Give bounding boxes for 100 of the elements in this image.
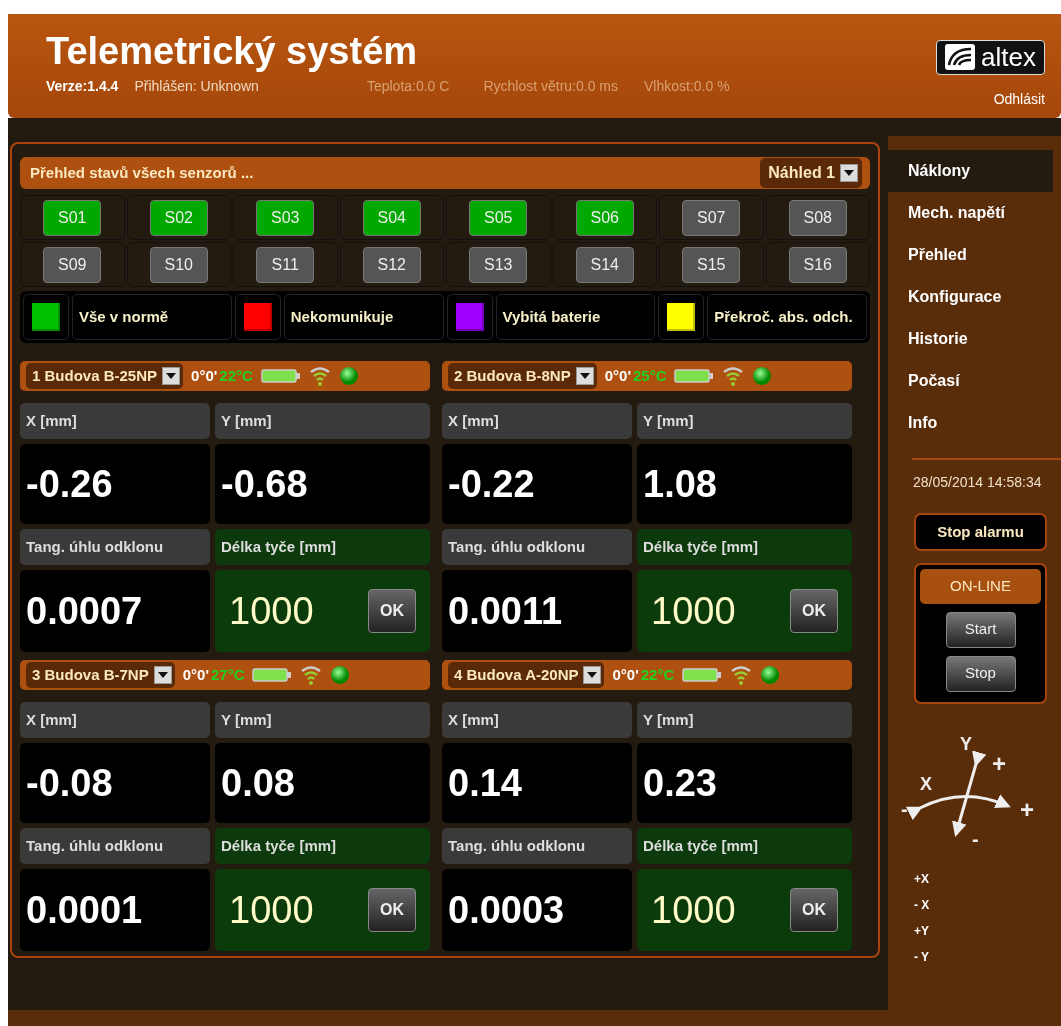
nav-item[interactable]: Info <box>888 402 1053 444</box>
nav-item[interactable]: Mech. napětí <box>888 192 1053 234</box>
caret-icon <box>844 170 854 176</box>
mode-label: ON-LINE <box>920 569 1041 604</box>
temperature-reading: 27°C <box>210 664 245 685</box>
wifi-icon <box>300 665 323 685</box>
angle-reading: 0°0' <box>191 365 218 386</box>
axis-item: - X <box>914 896 931 914</box>
wind-reading: Rychlost větru:0.0 ms <box>483 77 618 96</box>
value-display: -0.68 <box>215 444 430 524</box>
ok-button[interactable]: OK <box>368 589 416 633</box>
field-label: Y [mm] <box>215 403 430 439</box>
battery-icon <box>252 667 293 683</box>
logo-text: altex <box>981 43 1036 72</box>
nav-item[interactable]: Náklony <box>888 150 1053 192</box>
sensor-button[interactable]: S13 <box>469 246 528 283</box>
status-led-icon <box>752 366 773 386</box>
legend-label: Nekomunikuje <box>283 294 444 340</box>
field-label: Tang. úhlu odklonu <box>20 828 210 864</box>
value-display: 1.08 <box>637 444 852 524</box>
version-label: Verze:1.4.4 <box>46 77 119 96</box>
value-display: 0.0003 <box>442 869 632 951</box>
field-label: Tang. úhlu odklonu <box>442 828 632 864</box>
field-label: Délka tyče [mm] <box>215 828 430 864</box>
field-label: Y [mm] <box>215 702 430 738</box>
temperature-reading: 22°C <box>640 664 675 685</box>
caret-icon <box>166 373 177 379</box>
temperature-reading: 22°C <box>219 365 253 386</box>
ok-button[interactable]: OK <box>368 888 416 932</box>
field-label: Délka tyče [mm] <box>215 529 430 565</box>
logo-icon <box>945 44 976 71</box>
length-value: 1000 <box>651 588 736 634</box>
sensor-select[interactable]: 4 Budova A-20NP <box>448 661 605 689</box>
sensor-button[interactable]: S14 <box>575 246 634 283</box>
sensor-button[interactable]: S10 <box>149 246 208 283</box>
angle-reading: 0°0' <box>182 664 209 685</box>
temperature-reading: Teplota:0.0 C <box>366 77 450 96</box>
legend-label: Vše v normě <box>72 294 232 340</box>
sensor-select[interactable]: 3 Budova B-7NP <box>26 661 175 689</box>
sensor-button[interactable]: S07 <box>682 199 741 236</box>
axis-label: Y <box>960 733 972 754</box>
value-display: 0.14 <box>442 743 632 823</box>
view-select[interactable]: Náhled 1 <box>760 158 862 188</box>
sensor-button[interactable]: S15 <box>682 246 741 283</box>
control-button[interactable]: Stop <box>945 655 1016 692</box>
nav-item[interactable]: Historie <box>888 318 1053 360</box>
length-value: 1000 <box>229 588 314 634</box>
angle-reading: 0°0' <box>612 664 639 685</box>
value-display: 0.0011 <box>442 570 632 652</box>
sensor-button[interactable]: S11 <box>256 246 315 283</box>
value-display: 0.0001 <box>20 869 210 951</box>
sensor-button[interactable]: S16 <box>788 246 847 283</box>
app-title: Telemetrický systém <box>46 32 419 70</box>
ok-button[interactable]: OK <box>790 888 838 932</box>
value-display: -0.26 <box>20 444 210 524</box>
status-led-icon <box>760 665 781 685</box>
wifi-icon <box>730 665 753 685</box>
wifi-icon <box>308 366 331 386</box>
sensor-button[interactable]: S12 <box>362 246 421 283</box>
axis-sign: + <box>1020 795 1034 823</box>
battery-icon <box>674 368 715 384</box>
caret-icon <box>157 672 168 678</box>
axis-sign: + <box>992 749 1006 777</box>
field-label: Tang. úhlu odklonu <box>442 529 632 565</box>
value-display: -0.22 <box>442 444 632 524</box>
angle-reading: 0°0' <box>604 365 631 386</box>
field-label: Délka tyče [mm] <box>637 828 852 864</box>
sensor-select[interactable]: 2 Budova B-8NP <box>448 362 597 390</box>
field-label: X [mm] <box>442 702 632 738</box>
sensor-select[interactable]: 1 Budova B-25NP <box>26 362 184 390</box>
value-display: 0.08 <box>215 743 430 823</box>
length-value: 1000 <box>229 887 314 933</box>
axis-sign: - <box>901 797 908 820</box>
sensor-button[interactable]: S09 <box>43 246 102 283</box>
status-led-icon <box>338 366 359 386</box>
value-display: -0.08 <box>20 743 210 823</box>
status-led-icon <box>330 665 351 685</box>
date-time: 28/05/2014 14:58:34 <box>913 473 1043 492</box>
axis-item: +X <box>914 870 930 888</box>
value-display: 0.23 <box>637 743 852 823</box>
control-button[interactable]: Start <box>945 611 1016 648</box>
field-label: Tang. úhlu odklonu <box>20 529 210 565</box>
caret-icon <box>587 672 598 678</box>
sensor-button[interactable]: S08 <box>788 199 847 236</box>
nav-item[interactable]: Přehled <box>888 234 1053 276</box>
axis-sign: - <box>972 827 979 850</box>
axis-label: X <box>920 773 932 794</box>
nav-item[interactable]: Konfigurace <box>888 276 1053 318</box>
field-label: Y [mm] <box>637 403 852 439</box>
wifi-icon <box>722 366 745 386</box>
ok-button[interactable]: OK <box>790 589 838 633</box>
user-label: Přihlášen: Unknown <box>134 77 259 96</box>
field-label: X [mm] <box>442 403 632 439</box>
field-label: X [mm] <box>20 702 210 738</box>
nav-item[interactable]: Počasí <box>888 360 1053 402</box>
stop-alarm-button[interactable]: Stop alarmu <box>914 513 1047 551</box>
temperature-reading: 25°C <box>632 365 667 386</box>
logout-link[interactable]: Odhlásit <box>993 88 1045 110</box>
legend-label: Vybitá baterie <box>495 294 656 340</box>
humidity-reading: Vlhkost:0.0 % <box>644 77 730 96</box>
